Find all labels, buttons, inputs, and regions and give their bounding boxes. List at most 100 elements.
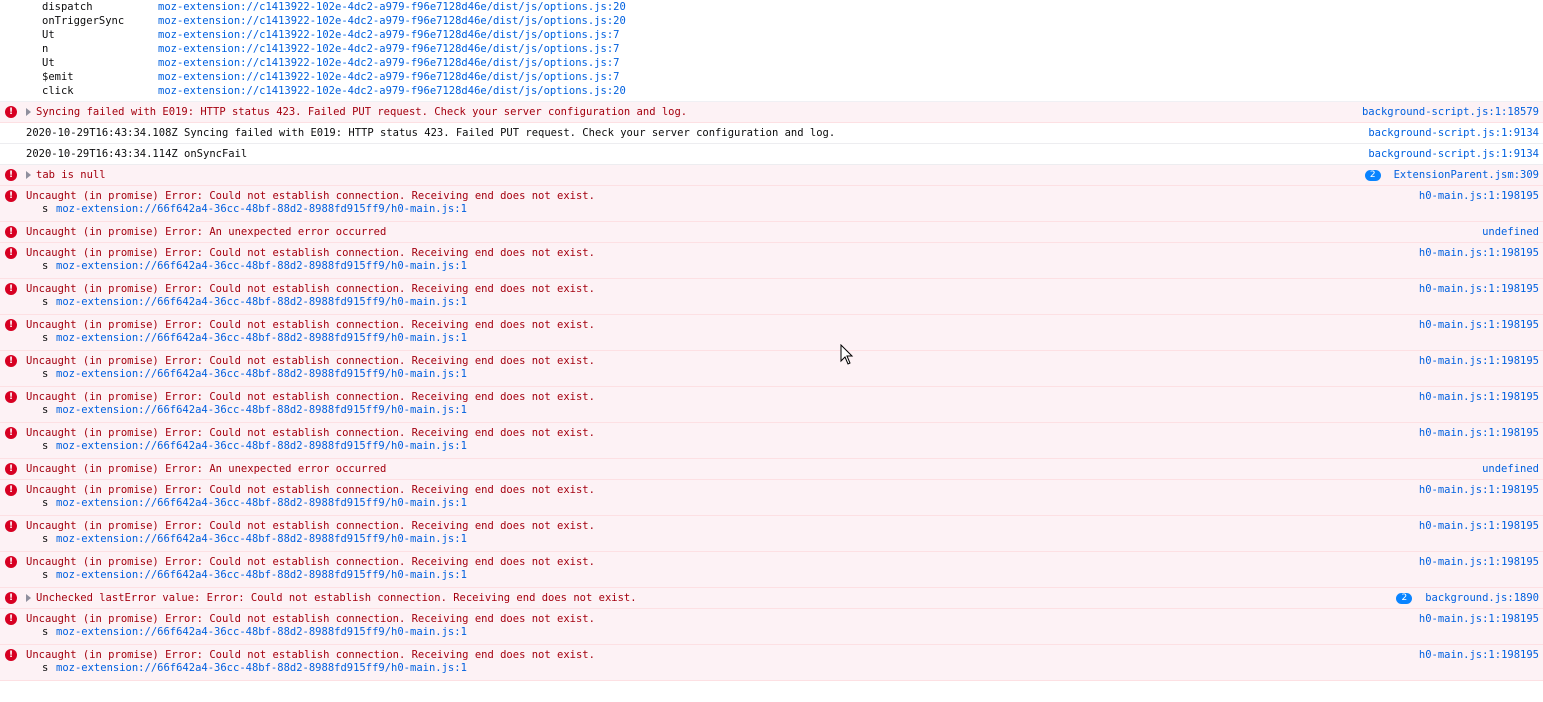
error-icon: ! <box>5 319 17 331</box>
message-text: Uncaught (in promise) Error: Could not e… <box>26 556 595 568</box>
expand-arrow-icon[interactable] <box>26 594 31 602</box>
stack-frame: click moz-extension://c1413922-102e-4dc2-… <box>0 84 1543 98</box>
message-source: undefined <box>1482 462 1543 476</box>
source-link[interactable]: undefined <box>1482 462 1539 476</box>
frame-location-link[interactable]: moz-extension://c1413922-102e-4dc2-a979-… <box>158 14 626 28</box>
repeat-count-badge: 2 <box>1396 592 1413 604</box>
message-text: Uncaught (in promise) Error: Could not e… <box>26 190 595 202</box>
frame-function: s <box>42 497 49 509</box>
frame-function: s <box>42 533 49 545</box>
message-source: h0-main.js:1:198195 <box>1419 612 1543 626</box>
frame-location-link[interactable]: moz-extension://66f642a4-36cc-48bf-88d2-… <box>56 403 467 417</box>
message-source: undefined <box>1482 225 1543 239</box>
expand-arrow-icon[interactable] <box>26 108 31 116</box>
message-line: ! Uncaught (in promise) Error: An unexpec… <box>0 459 1543 479</box>
source-link[interactable]: background-script.js:1:9134 <box>1368 147 1539 161</box>
error-icon: ! <box>5 520 17 532</box>
error-icon: ! <box>5 190 17 202</box>
source-link[interactable]: h0-main.js:1:198195 <box>1419 282 1539 296</box>
frame-location-link[interactable]: moz-extension://66f642a4-36cc-48bf-88d2-… <box>56 532 467 546</box>
expand-arrow-icon[interactable] <box>26 171 31 179</box>
message-list: ! Syncing failed with E019: HTTP status 4… <box>0 102 1543 681</box>
frame-function: s <box>42 260 49 272</box>
source-link[interactable]: background-script.js:1:18579 <box>1362 105 1539 119</box>
message-text: 2020-10-29T16:43:34.108Z Syncing failed … <box>26 127 836 139</box>
message-icon-cell: ! <box>0 106 22 118</box>
source-link[interactable]: background-script.js:1:9134 <box>1368 126 1539 140</box>
frame-location-link[interactable]: moz-extension://c1413922-102e-4dc2-a979-… <box>158 0 626 14</box>
frame-function: s <box>42 368 49 380</box>
frame-function: s <box>42 296 49 308</box>
frame-location-link[interactable]: moz-extension://66f642a4-36cc-48bf-88d2-… <box>56 496 467 510</box>
message-text: Uncaught (in promise) Error: Could not e… <box>26 391 595 403</box>
source-link[interactable]: undefined <box>1482 225 1539 239</box>
message-icon-cell: ! <box>0 283 22 295</box>
source-link[interactable]: h0-main.js:1:198195 <box>1419 246 1539 260</box>
source-link[interactable]: h0-main.js:1:198195 <box>1419 354 1539 368</box>
error-icon: ! <box>5 106 17 118</box>
frame-location-link[interactable]: moz-extension://66f642a4-36cc-48bf-88d2-… <box>56 331 467 345</box>
source-link[interactable]: ExtensionParent.jsm:309 <box>1394 168 1539 182</box>
frame-location-link[interactable]: moz-extension://c1413922-102e-4dc2-a979-… <box>158 28 619 42</box>
frame-location-link[interactable]: moz-extension://66f642a4-36cc-48bf-88d2-… <box>56 295 467 309</box>
frame-location-link[interactable]: moz-extension://c1413922-102e-4dc2-a979-… <box>158 70 619 84</box>
frame-location-link[interactable]: moz-extension://66f642a4-36cc-48bf-88d2-… <box>56 202 467 216</box>
error-icon: ! <box>5 463 17 475</box>
frame-location-link[interactable]: moz-extension://66f642a4-36cc-48bf-88d2-… <box>56 661 467 675</box>
message-icon-cell: ! <box>0 592 22 604</box>
error-message: ! Uncaught (in promise) Error: Could not … <box>0 645 1543 681</box>
frame-location-link[interactable]: moz-extension://66f642a4-36cc-48bf-88d2-… <box>56 439 467 453</box>
source-link[interactable]: h0-main.js:1:198195 <box>1419 519 1539 533</box>
message-stack-frame: s moz-extension://66f642a4-36cc-48bf-88d2… <box>0 403 1543 422</box>
frame-location-link[interactable]: moz-extension://66f642a4-36cc-48bf-88d2-… <box>56 367 467 381</box>
error-icon: ! <box>5 169 17 181</box>
error-message: ! Uncaught (in promise) Error: Could not … <box>0 186 1543 222</box>
error-message: ! Uncaught (in promise) Error: Could not … <box>0 423 1543 459</box>
message-source: 2 ExtensionParent.jsm:309 <box>1364 168 1543 182</box>
frame-location-link[interactable]: moz-extension://66f642a4-36cc-48bf-88d2-… <box>56 259 467 273</box>
message-text: Uncaught (in promise) Error: Could not e… <box>26 613 595 625</box>
frame-function: s <box>42 203 49 215</box>
source-link[interactable]: h0-main.js:1:198195 <box>1419 426 1539 440</box>
error-message: ! Uncaught (in promise) Error: Could not … <box>0 552 1543 588</box>
error-message: ! tab is null 2 ExtensionParent.jsm:309 <box>0 165 1543 186</box>
message-icon-cell: ! <box>0 247 22 259</box>
message-icon-cell: ! <box>0 226 22 238</box>
source-link[interactable]: h0-main.js:1:198195 <box>1419 390 1539 404</box>
frame-function: click <box>42 85 74 97</box>
source-link[interactable]: h0-main.js:1:198195 <box>1419 555 1539 569</box>
frame-location-link[interactable]: moz-extension://c1413922-102e-4dc2-a979-… <box>158 42 619 56</box>
frame-function: s <box>42 404 49 416</box>
source-link[interactable]: h0-main.js:1:198195 <box>1419 318 1539 332</box>
message-source: h0-main.js:1:198195 <box>1419 483 1543 497</box>
frame-location-link[interactable]: moz-extension://66f642a4-36cc-48bf-88d2-… <box>56 625 467 639</box>
source-link[interactable]: h0-main.js:1:198195 <box>1419 189 1539 203</box>
frame-location-link[interactable]: moz-extension://c1413922-102e-4dc2-a979-… <box>158 56 619 70</box>
error-message: ! Unchecked lastError value: Error: Could… <box>0 588 1543 609</box>
message-stack-frame: s moz-extension://66f642a4-36cc-48bf-88d2… <box>0 568 1543 587</box>
source-link[interactable]: h0-main.js:1:198195 <box>1419 612 1539 626</box>
stack-frame: n moz-extension://c1413922-102e-4dc2-a979… <box>0 42 1543 56</box>
source-link[interactable]: background.js:1890 <box>1425 591 1539 605</box>
message-source: h0-main.js:1:198195 <box>1419 318 1543 332</box>
message-source: h0-main.js:1:198195 <box>1419 246 1543 260</box>
error-icon: ! <box>5 592 17 604</box>
error-message: ! Uncaught (in promise) Error: Could not … <box>0 279 1543 315</box>
frame-location-link[interactable]: moz-extension://66f642a4-36cc-48bf-88d2-… <box>56 568 467 582</box>
message-icon-cell: ! <box>0 355 22 367</box>
message-line: 2020-10-29T16:43:34.114Z onSyncFail backg… <box>0 144 1543 164</box>
frame-location-link[interactable]: moz-extension://c1413922-102e-4dc2-a979-… <box>158 84 626 98</box>
error-message: ! Uncaught (in promise) Error: Could not … <box>0 243 1543 279</box>
error-icon: ! <box>5 613 17 625</box>
source-link[interactable]: h0-main.js:1:198195 <box>1419 483 1539 497</box>
message-line: ! tab is null 2 ExtensionParent.jsm:309 <box>0 165 1543 185</box>
stack-frame: Ut moz-extension://c1413922-102e-4dc2-a97… <box>0 56 1543 70</box>
error-message: ! Uncaught (in promise) Error: An unexpec… <box>0 222 1543 243</box>
frame-function: s <box>42 440 49 452</box>
message-text: Uncaught (in promise) Error: Could not e… <box>26 520 595 532</box>
frame-function: s <box>42 332 49 344</box>
message-line: ! Unchecked lastError value: Error: Could… <box>0 588 1543 608</box>
source-link[interactable]: h0-main.js:1:198195 <box>1419 648 1539 662</box>
frame-function: n <box>42 43 49 55</box>
message-icon-cell: ! <box>0 427 22 439</box>
